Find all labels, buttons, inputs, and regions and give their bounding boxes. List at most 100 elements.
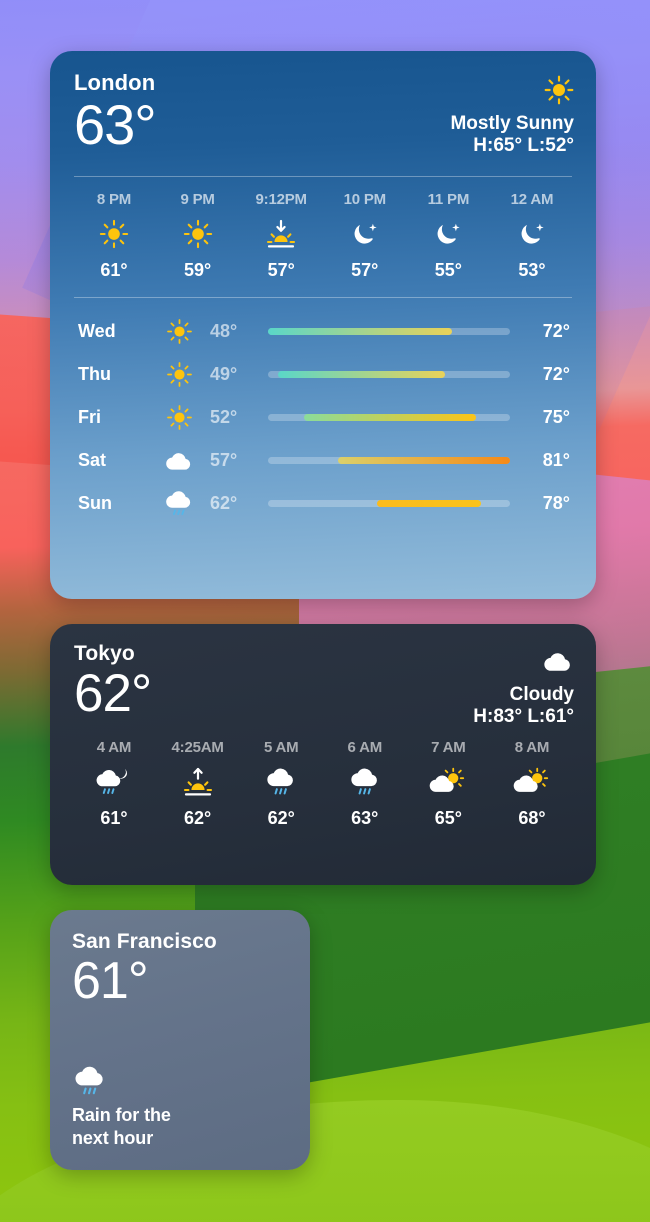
day-high-temperature: 78° bbox=[542, 492, 570, 513]
temperature-range-bar bbox=[268, 327, 510, 335]
day-name: Sat bbox=[78, 449, 107, 470]
cloud-rain-icon bbox=[349, 762, 381, 802]
weather-widget-london[interactable]: London 63° Mostly Sunny H:65° L:52° 8 PM… bbox=[50, 51, 596, 599]
hour-item[interactable]: 5 AM 62° bbox=[243, 739, 319, 829]
tokyo-header: Tokyo 62° Cloudy H:83° L:61° bbox=[72, 642, 574, 729]
day-row[interactable]: Fri 52° 75° bbox=[74, 396, 572, 439]
hour-item[interactable]: 9 PM 59° bbox=[160, 191, 236, 281]
weather-widget-tokyo[interactable]: Tokyo 62° Cloudy H:83° L:61° 4 AM 61° 4:… bbox=[50, 624, 596, 885]
moon-icon bbox=[350, 214, 380, 254]
london-header-right: Mostly Sunny H:65° L:52° bbox=[450, 71, 574, 158]
cloud-icon bbox=[148, 447, 210, 474]
london-hourly-forecast: 8 PM 61° 9 PM 59° 9:12PM 57° 10 PM 57° 1… bbox=[72, 177, 574, 281]
hour-time: 4 AM bbox=[96, 738, 132, 756]
day-high-temperature: 72° bbox=[542, 320, 570, 341]
tokyo-high-low: H:83° L:61° bbox=[473, 705, 574, 727]
hour-time: 4:25AM bbox=[171, 738, 224, 756]
hour-temperature: 57° bbox=[351, 259, 379, 280]
day-high-temperature: 72° bbox=[542, 363, 570, 384]
day-name: Thu bbox=[78, 363, 111, 384]
moon-icon bbox=[433, 214, 463, 254]
hour-item[interactable]: 4 AM 61° bbox=[76, 739, 152, 829]
sf-spacer bbox=[72, 1009, 288, 1064]
bar-fill bbox=[277, 370, 445, 378]
hour-item[interactable]: 10 PM 57° bbox=[327, 191, 403, 281]
hour-time: 5 AM bbox=[263, 738, 299, 756]
tokyo-header-left: Tokyo 62° bbox=[72, 642, 152, 724]
sun-cloud-icon bbox=[429, 762, 467, 802]
moon-cloud-rain-icon bbox=[95, 762, 133, 802]
london-header: London 63° Mostly Sunny H:65° L:52° bbox=[72, 70, 574, 158]
hour-temperature: 55° bbox=[434, 259, 462, 280]
day-name: Fri bbox=[78, 406, 102, 427]
london-daily-forecast: Wed 48° 72° Thu 49° 72° Fri 52° 75° Sat … bbox=[72, 298, 574, 525]
bar-fill bbox=[304, 413, 477, 421]
hour-time: 9:12PM bbox=[255, 190, 308, 208]
sf-current-temperature: 61° bbox=[72, 952, 149, 1011]
hour-item[interactable]: 9:12PM 57° bbox=[243, 191, 319, 281]
hour-item[interactable]: 7 AM 65° bbox=[410, 739, 486, 829]
day-high-temperature: 81° bbox=[542, 449, 570, 470]
sunrise-icon bbox=[181, 762, 215, 802]
day-name: Wed bbox=[78, 320, 116, 341]
day-low-temperature: 62° bbox=[210, 492, 238, 513]
day-low-temperature: 48° bbox=[210, 320, 238, 341]
hour-time: 8 AM bbox=[514, 738, 550, 756]
hour-temperature: 68° bbox=[518, 807, 546, 828]
sf-note-line-1: Rain for the bbox=[72, 1104, 171, 1125]
hour-temperature: 57° bbox=[267, 259, 295, 280]
hour-temperature: 63° bbox=[351, 807, 379, 828]
temperature-range-bar bbox=[268, 370, 510, 378]
hour-item[interactable]: 8 PM 61° bbox=[76, 191, 152, 281]
sunset-icon bbox=[264, 214, 298, 254]
hour-item[interactable]: 8 AM 68° bbox=[494, 739, 570, 829]
day-low-temperature: 57° bbox=[210, 449, 238, 470]
hour-time: 8 PM bbox=[96, 190, 132, 208]
hour-temperature: 59° bbox=[183, 259, 212, 280]
hour-time: 6 AM bbox=[347, 738, 383, 756]
london-header-left: London 63° bbox=[72, 70, 157, 157]
london-current-temperature: 63° bbox=[74, 93, 157, 157]
day-low-temperature: 52° bbox=[210, 406, 238, 427]
sun-cloud-icon bbox=[513, 762, 551, 802]
london-high-low: H:65° L:52° bbox=[473, 134, 574, 156]
hour-time: 12 AM bbox=[510, 190, 554, 208]
sun-icon bbox=[148, 318, 210, 345]
day-low-temperature: 49° bbox=[210, 363, 238, 384]
tokyo-condition: Cloudy bbox=[509, 684, 574, 705]
day-row[interactable]: Sun 62° 78° bbox=[74, 482, 572, 525]
hour-time: 10 PM bbox=[343, 190, 387, 208]
day-row[interactable]: Sat 57° 81° bbox=[74, 439, 572, 482]
hour-item[interactable]: 6 AM 63° bbox=[327, 739, 403, 829]
day-high-temperature: 75° bbox=[542, 406, 570, 427]
hour-time: 9 PM bbox=[180, 190, 215, 208]
london-city-name: London bbox=[74, 70, 156, 95]
sun-icon bbox=[99, 214, 129, 254]
temperature-range-bar bbox=[268, 499, 510, 507]
bar-fill bbox=[268, 327, 452, 335]
temperature-range-bar bbox=[268, 413, 510, 421]
cloud-icon bbox=[473, 644, 574, 678]
day-row[interactable]: Wed 48° 72° bbox=[74, 310, 572, 353]
hour-temperature: 53° bbox=[518, 259, 546, 280]
sun-icon bbox=[183, 214, 213, 254]
sun-icon bbox=[148, 404, 210, 431]
tokyo-city-name: Tokyo bbox=[74, 642, 135, 665]
tokyo-current-temperature: 62° bbox=[74, 664, 152, 724]
hour-item[interactable]: 11 PM 55° bbox=[410, 191, 486, 281]
tokyo-hourly-forecast: 4 AM 61° 4:25AM 62° 5 AM 62° 6 AM 63° 7 … bbox=[72, 729, 574, 829]
sf-city-name: San Francisco bbox=[72, 930, 217, 953]
day-row[interactable]: Thu 49° 72° bbox=[74, 353, 572, 396]
cloud-rain-icon bbox=[148, 488, 210, 518]
cloud-rain-icon bbox=[265, 762, 297, 802]
hour-item[interactable]: 4:25AM 62° bbox=[160, 739, 236, 829]
hour-item[interactable]: 12 AM 53° bbox=[494, 191, 570, 281]
sun-icon bbox=[148, 361, 210, 388]
weather-widget-san-francisco[interactable]: San Francisco 61° Rain for the next hour bbox=[50, 910, 310, 1170]
hour-temperature: 61° bbox=[100, 259, 128, 280]
hour-temperature: 62° bbox=[183, 807, 212, 828]
sf-note-line-2: next hour bbox=[72, 1127, 154, 1148]
hour-time: 11 PM bbox=[427, 190, 470, 208]
cloud-rain-icon bbox=[72, 1064, 288, 1098]
london-condition: Mostly Sunny bbox=[450, 113, 574, 134]
